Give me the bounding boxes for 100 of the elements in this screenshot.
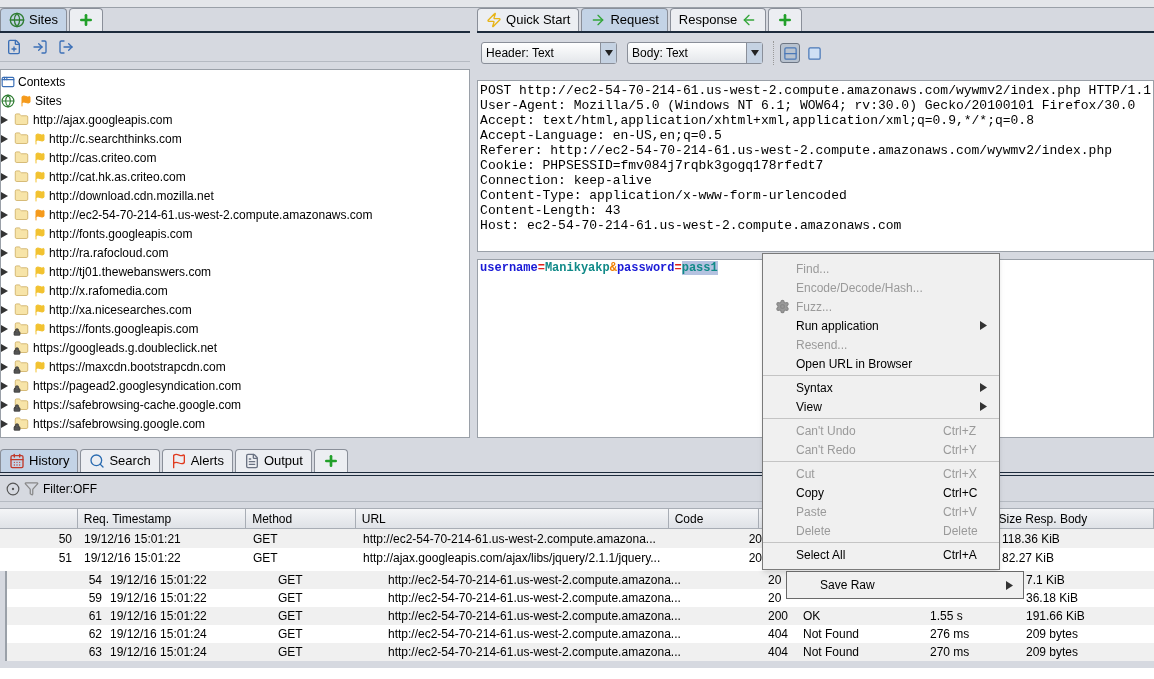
tree-item[interactable]: http://x.rafomedia.com (49, 281, 168, 300)
collapsed-arrow-icon[interactable] (1, 229, 9, 238)
tree-item[interactable]: https://googleads.g.doubleclick.net (33, 338, 218, 357)
tree-item[interactable]: http://fonts.googleapis.com (49, 224, 193, 243)
tab[interactable]: Sites (0, 8, 67, 31)
tree-item[interactable]: http://download.cdn.mozilla.net (49, 186, 214, 205)
export-context-icon[interactable] (57, 39, 75, 55)
tree-item[interactable]: http://cat.hk.as.criteo.com (49, 167, 186, 186)
menu-item[interactable]: Syntax (763, 378, 999, 397)
tree-item[interactable]: http://c.searchthinks.com (49, 129, 182, 148)
tree-item[interactable]: http://ra.rafocloud.com (49, 243, 169, 262)
table-cell-text: GET (278, 590, 303, 607)
tab[interactable] (68, 8, 103, 31)
tab[interactable]: Output (234, 449, 312, 472)
menu-item[interactable]: Save Raw (787, 572, 1023, 598)
tree-item[interactable]: https://maxcdn.bootstrapcdn.com (49, 357, 226, 376)
collapsed-arrow-icon[interactable] (1, 362, 9, 371)
split-view-button[interactable] (780, 43, 801, 63)
add-icon (77, 12, 94, 28)
table-cell-text: 209 bytes (1026, 626, 1079, 643)
column-header[interactable]: Size Resp. Body (998, 509, 1088, 528)
tree-item[interactable]: Contexts (18, 72, 66, 91)
new-context-icon[interactable] (5, 39, 23, 55)
header-line: Content-Length: 43 (480, 203, 621, 218)
table-cell-text: 19/12/16 15:01:24 (110, 644, 207, 661)
tree-item[interactable]: https://fonts.googleapis.com (49, 319, 199, 338)
collapsed-arrow-icon[interactable] (1, 381, 9, 390)
table-cell-text: 404 (768, 626, 789, 643)
collapsed-arrow-icon[interactable] (1, 115, 9, 124)
table-cell-text: GET (253, 549, 278, 567)
header-line: Content-Type: application/x-www-form-urlencoded (480, 188, 847, 203)
tree-item[interactable]: https://safebrowsing-cache.google.com (33, 395, 242, 414)
lightning-icon (486, 12, 503, 28)
tree-item[interactable]: http://tj01.thewebanswers.com (49, 262, 212, 281)
tab[interactable] (313, 449, 348, 472)
collapsed-arrow-icon[interactable] (1, 153, 9, 162)
collapsed-arrow-icon[interactable] (1, 305, 9, 314)
table-cell-text: http://ec2-54-70-214-61.us-west-2.compute.amazona... (388, 626, 681, 643)
tree-item[interactable]: Sites (35, 91, 62, 110)
tree-item[interactable]: http://ec2-54-70-214-61.us-west-2.compute.amazonaws.com (49, 205, 373, 224)
menu-item[interactable]: Copy Ctrl+C (763, 483, 999, 502)
tree-item[interactable]: http://cas.criteo.com (49, 148, 157, 167)
dropdown-arrow-icon (750, 50, 759, 56)
collapsed-arrow-icon[interactable] (1, 134, 9, 143)
tab[interactable]: Search (80, 449, 160, 472)
collapsed-arrow-icon[interactable] (1, 286, 9, 295)
table-cell-text: 51 (58, 549, 72, 567)
table-cell-text: 1.55 s (930, 608, 963, 625)
column-header[interactable]: URL (361, 509, 386, 528)
table-cell-text: 62 (88, 626, 102, 643)
collapsed-arrow-icon[interactable] (1, 172, 9, 181)
table-cell-text: 19/12/16 15:01:22 (110, 572, 207, 589)
header-line: POST http://ec2-54-70-214-61.us-west-2.compute.amazonaws.com/wywmv2/index.php HTTP/1.1 (480, 83, 1151, 98)
table-cell-text: 59 (88, 590, 102, 607)
table-cell-text: http://ec2-54-70-214-61.us-west-2.compute.amazona... (388, 608, 681, 625)
table-cell-text: 54 (88, 572, 102, 589)
table-cell-text: 7.1 KiB (1026, 572, 1065, 589)
format-dropdown[interactable]: Body: Text (627, 42, 764, 64)
filter-status[interactable]: Filter:OFF (43, 479, 97, 498)
header-line: Cookie: PHPSESSID=fmv084j7rqbk3gogq178rfedt7 (480, 158, 824, 173)
collapsed-arrow-icon[interactable] (1, 419, 9, 428)
column-header[interactable]: Method (252, 509, 293, 528)
table-cell-text: GET (253, 530, 278, 548)
column-header[interactable]: Req. Timestamp (83, 509, 172, 528)
tab[interactable]: Alerts (161, 449, 233, 472)
table-cell-text: GET (278, 644, 303, 661)
tab[interactable]: Response (669, 8, 767, 31)
table-cell-text: GET (278, 572, 303, 589)
collapsed-arrow-icon[interactable] (1, 210, 9, 219)
format-dropdown[interactable]: Header: Text (481, 42, 618, 64)
collapsed-arrow-icon[interactable] (1, 400, 9, 409)
collapsed-arrow-icon[interactable] (1, 191, 9, 200)
menu-item[interactable]: Select All Ctrl+A (763, 545, 999, 564)
menu-item[interactable]: View (763, 397, 999, 416)
dropdown-arrow-icon (604, 50, 613, 56)
tree-item[interactable]: http://ajax.googleapis.com (33, 110, 173, 129)
gear-icon (775, 299, 790, 314)
tab[interactable]: Quick Start (477, 8, 580, 31)
tab[interactable]: History (0, 449, 79, 472)
header-line: User-Agent: Mozilla/5.0 (Windows NT 6.1; WOW64; rv:30.0) Gecko/20100101 Firefox/30.0 (480, 98, 1136, 113)
collapsed-arrow-icon[interactable] (1, 267, 9, 276)
menu-item[interactable]: Run application (763, 316, 999, 335)
tree-item[interactable]: https://safebrowsing.google.com (33, 414, 206, 433)
table-cell-text: 19/12/16 15:01:22 (84, 549, 181, 567)
collapsed-arrow-icon[interactable] (1, 343, 9, 352)
table-cell-text: 63 (88, 644, 102, 661)
import-context-icon[interactable] (31, 39, 49, 55)
column-header[interactable]: Code (674, 509, 704, 528)
table-cell-text: 20 (748, 530, 762, 548)
table-cell-text: 19/12/16 15:01:24 (110, 626, 207, 643)
request-header-area[interactable] (477, 80, 1154, 252)
table-cell-text: 276 ms (930, 626, 970, 643)
tab[interactable]: Request (581, 8, 668, 31)
tree-item[interactable]: http://xa.nicesearches.com (49, 300, 192, 319)
tree-item[interactable]: https://pagead2.googlesyndication.com (33, 376, 242, 395)
collapsed-arrow-icon[interactable] (1, 248, 9, 257)
collapsed-arrow-icon[interactable] (1, 324, 9, 333)
table-cell-text: 36.18 KiB (1026, 590, 1079, 607)
tab[interactable] (768, 8, 803, 31)
menu-item[interactable]: Open URL in Browser (763, 354, 999, 373)
